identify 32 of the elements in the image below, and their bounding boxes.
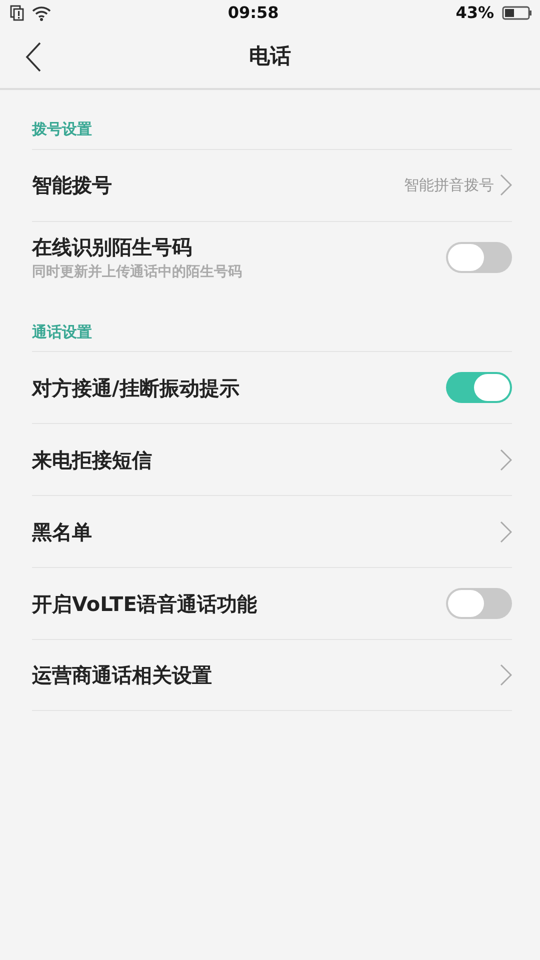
settings-row[interactable]: 对方接通/挂断振动提示 xyxy=(32,351,512,423)
back-button[interactable] xyxy=(24,42,42,72)
settings-row[interactable]: 来电拒接短信 xyxy=(32,423,512,495)
setting-label: 来电拒接短信 xyxy=(32,446,152,474)
chevron-right-icon xyxy=(500,520,512,542)
toggle-switch[interactable] xyxy=(446,588,512,619)
page-title: 电话 xyxy=(249,43,291,70)
settings-row[interactable]: 智能拨号 智能拼音拨号 xyxy=(32,148,512,220)
setting-description: 同时更新并上传通话中的陌生号码 xyxy=(32,262,242,282)
battery-percentage: 43% xyxy=(456,2,494,24)
chevron-right-icon xyxy=(500,174,512,196)
status-time: 09:58 xyxy=(228,2,279,24)
settings-row[interactable]: 开启VoLTE语音通话功能 xyxy=(32,567,512,639)
setting-value: 智能拼音拨号 xyxy=(404,174,494,196)
section-header: 通话设置 xyxy=(32,322,93,342)
settings-row[interactable]: 在线识别陌生号码 同时更新并上传通话中的陌生号码 xyxy=(32,220,512,292)
settings-row[interactable]: 运营商通话相关设置 xyxy=(32,639,512,711)
chevron-right-icon xyxy=(500,664,512,686)
toggle-switch[interactable] xyxy=(446,242,512,272)
battery-icon xyxy=(502,6,532,20)
setting-label: 智能拨号 xyxy=(32,172,112,199)
setting-label: 在线识别陌生号码 xyxy=(32,234,193,260)
section-header: 拨号设置 xyxy=(32,119,93,140)
wifi-icon xyxy=(32,6,51,20)
chevron-right-icon xyxy=(500,448,512,470)
setting-label: 开启VoLTE语音通话功能 xyxy=(32,590,257,618)
setting-label: 运营商通话相关设置 xyxy=(32,662,212,689)
toggle-switch[interactable] xyxy=(446,372,512,403)
setting-label: 黑名单 xyxy=(32,518,92,546)
setting-label: 对方接通/挂断振动提示 xyxy=(32,374,240,402)
settings-row[interactable]: 黑名单 xyxy=(32,495,512,567)
sim-icon xyxy=(10,5,24,21)
